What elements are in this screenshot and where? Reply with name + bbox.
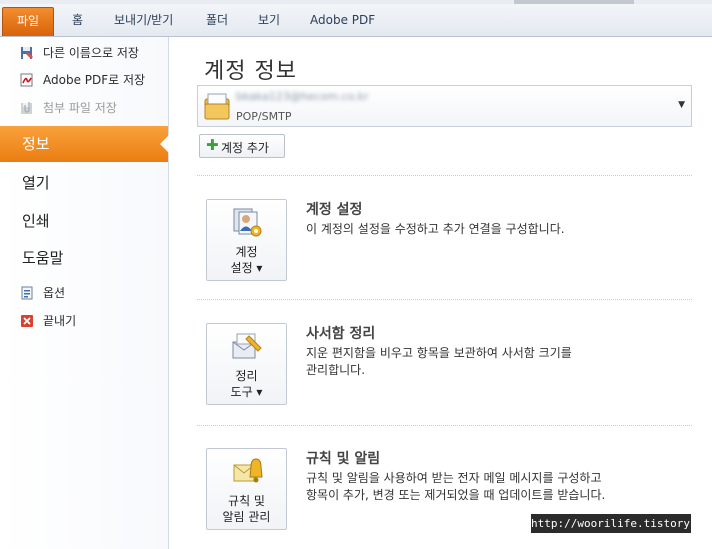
cleanup-tools-label-line2: 도구 ▾ (230, 385, 263, 399)
options-label: 옵션 (43, 286, 66, 300)
exit-icon (21, 315, 33, 327)
title-bar-edge (0, 0, 712, 4)
cleanup-tools-label-line1: 정리 (235, 369, 258, 383)
save-attachments-icon (21, 102, 32, 114)
cleanup-tools-icon (232, 333, 262, 359)
adobe-pdf-icon (20, 73, 33, 87)
add-account-button[interactable]: ✚ 계정 추가 (199, 134, 285, 158)
nav-tab-help[interactable]: 도움말 (0, 240, 168, 276)
account-selector[interactable]: bkaka123@hecom.co.kr POP/SMTP ▼ (197, 85, 692, 127)
account-email: bkaka123@hecom.co.kr (236, 90, 369, 103)
options-command[interactable]: 옵션 (0, 282, 168, 304)
account-settings-label-line2: 설정 ▾ (230, 261, 263, 275)
tab-adobe-pdf[interactable]: Adobe PDF (300, 8, 385, 32)
nav-tab-info[interactable]: 정보 (0, 126, 169, 162)
nav-tab-open[interactable]: 열기 (0, 165, 168, 201)
rules-alerts-description: 규칙 및 알림을 사용하여 받는 전자 메일 메시지를 구성하고 항목이 추가,… (306, 471, 606, 502)
manage-rules-alerts-label-line2: 알림 관리 (222, 510, 271, 524)
mailbox-cleanup-section: 정리 도구 ▾ 사서함 정리 지운 편지함을 비우고 항목을 보관하여 사서함 … (197, 299, 692, 419)
save-as-adobe-pdf-label: Adobe PDF로 저장 (43, 73, 146, 87)
account-info-pane: 계정 정보 bkaka123@hecom.co.kr POP/SMTP ▼ ✚ … (169, 37, 712, 549)
dropdown-caret-icon[interactable]: ▼ (678, 100, 685, 110)
account-settings-label-line1: 계정 (235, 245, 258, 259)
exit-command[interactable]: 끝내기 (0, 310, 168, 332)
rules-alerts-title: 규칙 및 알림 (306, 451, 381, 467)
mailbox-cleanup-title: 사서함 정리 (306, 326, 376, 342)
tab-home[interactable]: 홈 (62, 8, 93, 32)
save-attachments-label: 첨부 파일 저장 (43, 101, 117, 115)
tab-send-receive[interactable]: 보내기/받기 (104, 8, 183, 32)
account-settings-title: 계정 설정 (306, 202, 363, 218)
rules-alerts-icon (233, 458, 263, 483)
save-as-icon (21, 47, 33, 59)
add-account-label: 계정 추가 (221, 141, 269, 155)
tab-folder[interactable]: 폴더 (196, 8, 238, 32)
account-settings-button[interactable]: 계정 설정 ▾ (206, 199, 287, 281)
save-as-command[interactable]: 다른 이름으로 저장 (0, 42, 168, 64)
account-type: POP/SMTP (236, 110, 292, 123)
exit-label: 끝내기 (43, 314, 77, 328)
options-icon (21, 286, 33, 300)
save-as-label: 다른 이름으로 저장 (43, 46, 139, 60)
manage-rules-alerts-label-line1: 규칙 및 (228, 494, 265, 508)
plus-icon: ✚ (206, 136, 219, 154)
blog-watermark: http://woorilife.tistory.com (531, 514, 712, 533)
save-as-adobe-pdf-command[interactable]: Adobe PDF로 저장 (0, 69, 168, 91)
account-settings-description: 이 계정의 설정을 수정하고 추가 연결을 구성합니다. (306, 222, 565, 236)
save-attachments-command: 첨부 파일 저장 (0, 97, 168, 119)
title-bar-fragment (514, 0, 634, 4)
account-settings-icon (233, 208, 262, 237)
ribbon-tab-bar: 파일 홈 보내기/받기 폴더 보기 Adobe PDF (0, 0, 712, 37)
cleanup-tools-button[interactable]: 정리 도구 ▾ (206, 323, 287, 405)
manage-rules-alerts-button[interactable]: 규칙 및 알림 관리 (206, 448, 287, 530)
nav-tab-print[interactable]: 인쇄 (0, 203, 168, 239)
mailbox-cleanup-description: 지운 편지함을 비우고 항목을 보관하여 사서함 크기를 관리합니다. (306, 346, 572, 377)
account-icon (204, 93, 230, 120)
tab-view[interactable]: 보기 (248, 8, 290, 32)
tab-file[interactable]: 파일 (2, 7, 54, 36)
account-settings-section: 계정 설정 ▾ 계정 설정 이 계정의 설정을 수정하고 추가 연결을 구성합니… (197, 175, 692, 295)
page-title: 계정 정보 (204, 59, 297, 84)
backstage-nav: 다른 이름으로 저장 Adobe PDF로 저장 첨부 파일 저장 정보 열기 … (0, 37, 169, 549)
